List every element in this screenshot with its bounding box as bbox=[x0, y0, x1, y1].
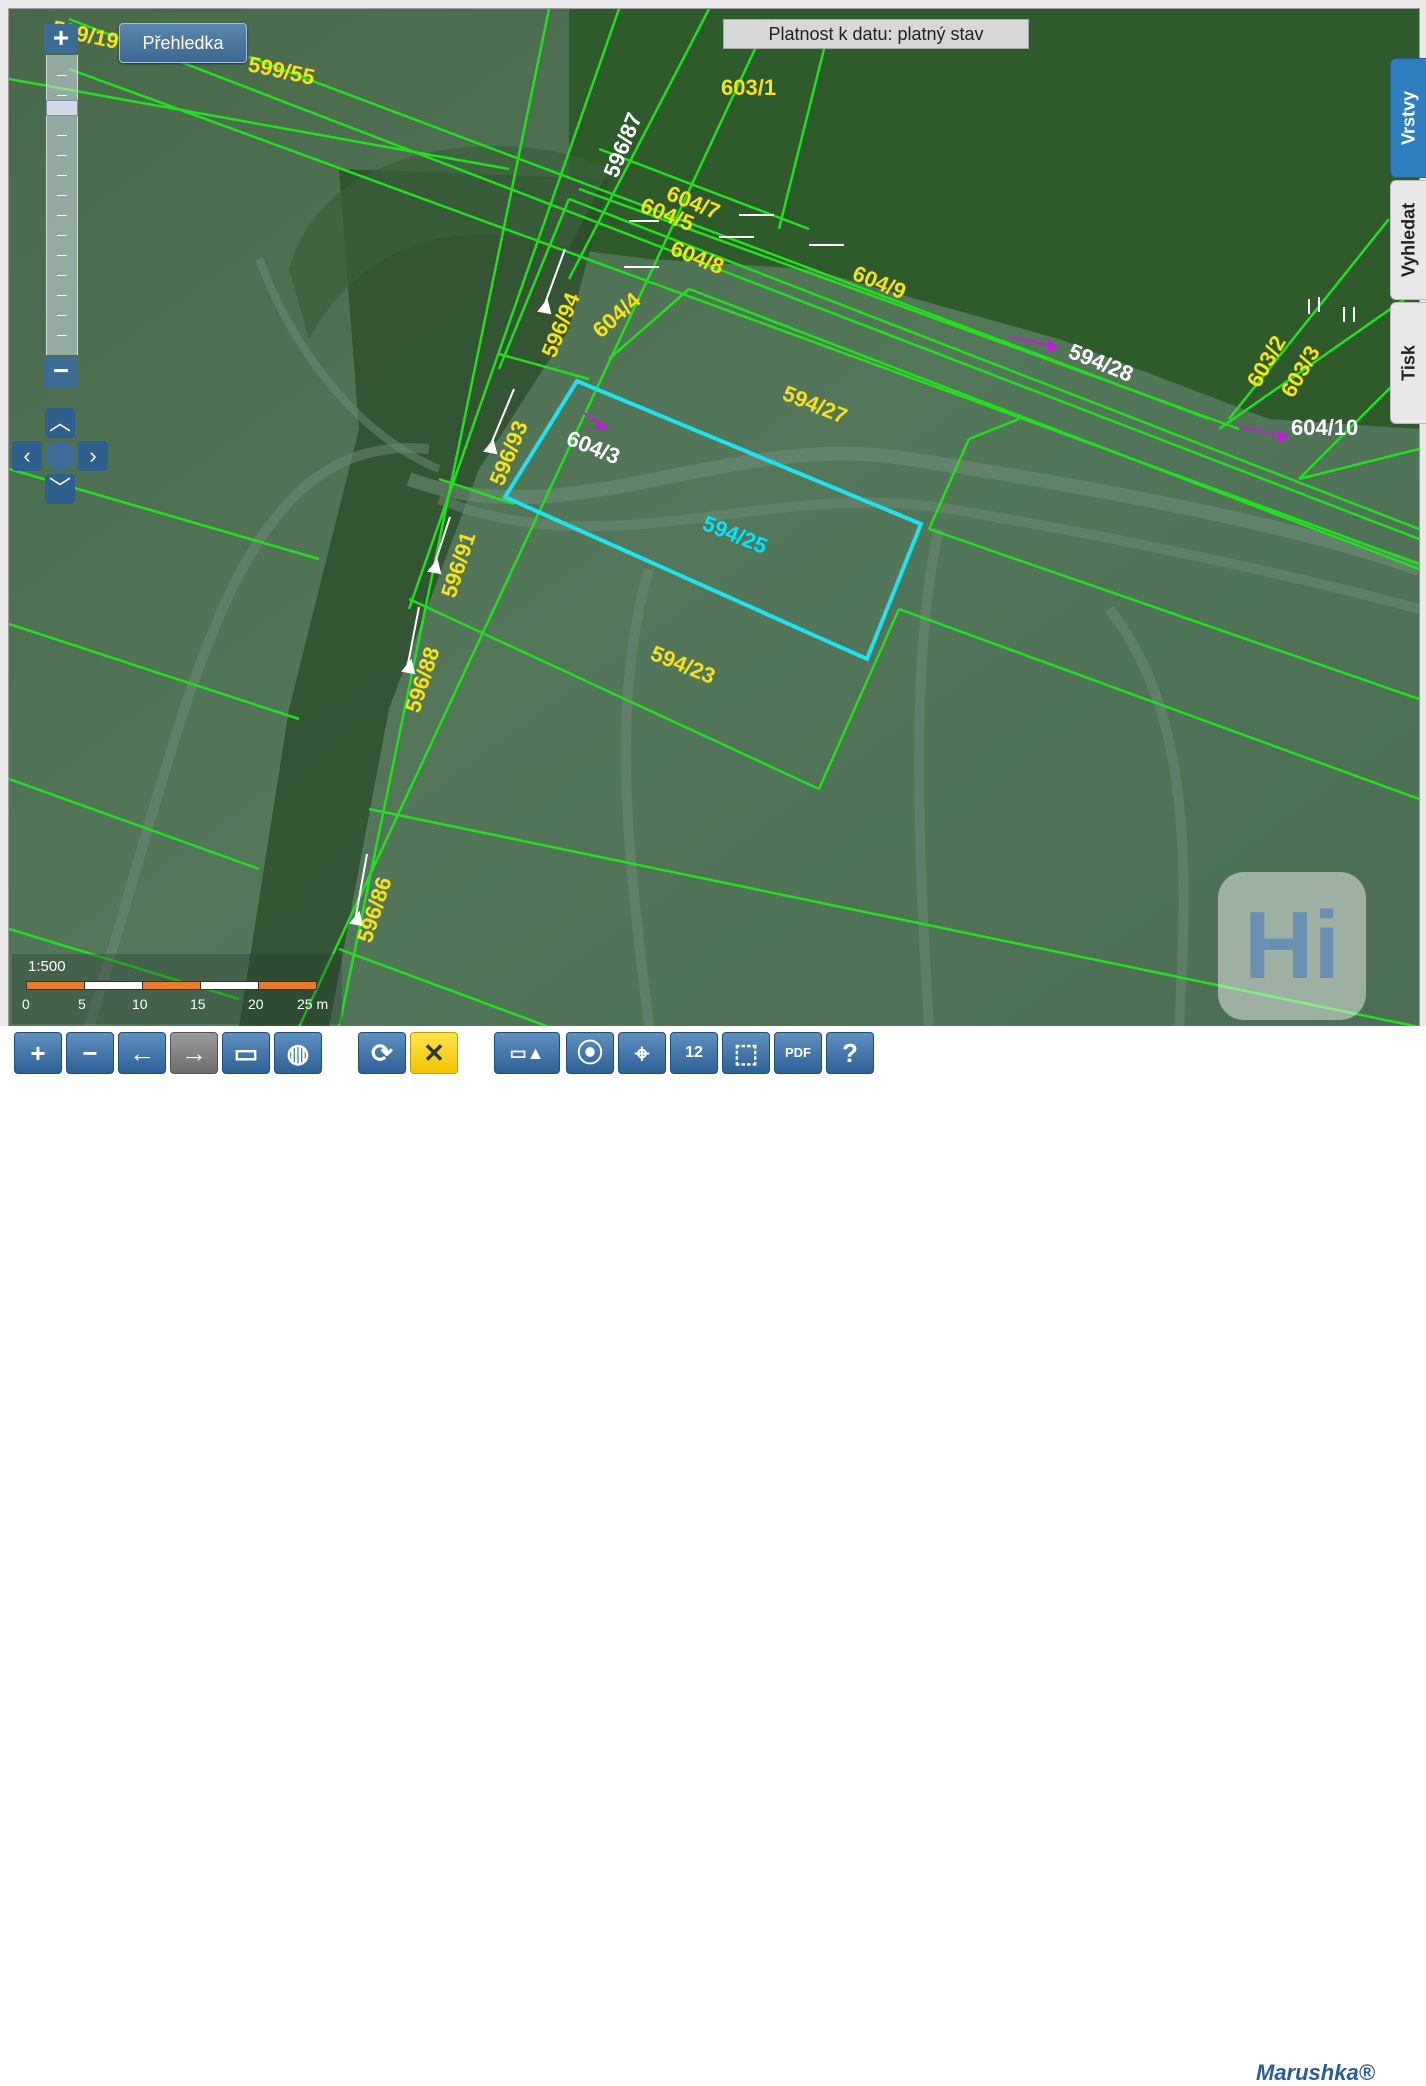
cadastral-map[interactable]: 599/19599/55 603/1596/87604/7604/5604/860… bbox=[9, 9, 1419, 1027]
pan-down-icon[interactable]: ﹀ bbox=[45, 474, 75, 504]
scale-tick-label: 25 m bbox=[297, 996, 329, 1012]
parcel-label: 604/10 bbox=[1291, 415, 1358, 440]
zoom-in-button[interactable]: + bbox=[14, 1032, 62, 1074]
gps-pin-icon: ⦿ bbox=[576, 1038, 603, 1068]
cursor-select-icon: ⬚ bbox=[733, 1038, 759, 1068]
back-button[interactable]: ← bbox=[118, 1032, 166, 1074]
minus-icon: − bbox=[82, 1038, 98, 1068]
zoom-slider-handle[interactable] bbox=[46, 100, 78, 116]
pan-left-icon[interactable]: ‹ bbox=[12, 441, 42, 471]
gps-button[interactable]: ⦿ bbox=[566, 1032, 614, 1074]
rectangle-icon: ▭ bbox=[233, 1038, 259, 1068]
locate-button[interactable]: ⌖ bbox=[618, 1032, 666, 1074]
calendar-icon: 12 bbox=[685, 1044, 703, 1061]
help-icon: ? bbox=[842, 1038, 858, 1068]
scale-tick-label: 0 bbox=[22, 996, 30, 1012]
parcel-label: 603/1 bbox=[721, 75, 776, 100]
pan-right-icon[interactable]: › bbox=[78, 441, 108, 471]
pdf-icon: PDF bbox=[785, 1045, 811, 1060]
help-button[interactable]: ? bbox=[826, 1032, 874, 1074]
measure-button[interactable]: ▭▲ bbox=[494, 1032, 560, 1074]
tab-print-label: Tisk bbox=[1398, 345, 1419, 381]
clear-button[interactable]: ✕ bbox=[410, 1032, 458, 1074]
forward-button[interactable]: → bbox=[170, 1032, 218, 1074]
plus-icon: + bbox=[30, 1038, 46, 1068]
scale-bar-panel: 1:500 0 5 10 15 20 25 m bbox=[12, 954, 342, 1024]
scale-segment bbox=[258, 981, 317, 990]
full-extent-button[interactable]: ◍ bbox=[274, 1032, 322, 1074]
watermark-logo: Hi bbox=[1218, 872, 1366, 1020]
scale-segment bbox=[200, 981, 259, 990]
pan-up-icon[interactable]: ︿ bbox=[45, 408, 75, 438]
ruler-icon: ▭▲ bbox=[509, 1043, 545, 1063]
scale-tick-label: 20 bbox=[248, 996, 264, 1012]
map-window: 599/19 599/55 603/1 596/87 604/7 604/5 604/8 60… bbox=[0, 0, 1426, 1080]
refresh-button[interactable]: ⟳ bbox=[358, 1032, 406, 1074]
validity-date-label: Platnost k datu: platný stav bbox=[723, 19, 1029, 49]
scale-tick-label: 10 bbox=[132, 996, 148, 1012]
brand-logo: Marushka® bbox=[1256, 2060, 1375, 2085]
scale-tick-label: 15 bbox=[190, 996, 206, 1012]
scale-segment bbox=[142, 981, 201, 990]
scale-segment bbox=[26, 981, 85, 990]
zoom-out-button[interactable]: − bbox=[66, 1032, 114, 1074]
pdf-button[interactable]: PDF bbox=[774, 1032, 822, 1074]
tab-print[interactable]: Tisk bbox=[1390, 302, 1426, 424]
refresh-icon: ⟳ bbox=[371, 1038, 393, 1068]
pan-control: ︿ ‹ › ﹀ bbox=[12, 408, 108, 504]
scale-tick-label: 5 bbox=[78, 996, 86, 1012]
tab-search[interactable]: Vyhledat bbox=[1390, 180, 1426, 300]
globe-icon: ◍ bbox=[286, 1038, 310, 1068]
zoom-in-control[interactable]: + bbox=[44, 24, 78, 54]
identify-button[interactable]: ⬚ bbox=[722, 1032, 770, 1074]
bottom-toolbar: + − ← → ▭ ◍ ⟳ ✕ ▭▲ ⦿ ⌖ 12 ⬚ PDF ? Marush… bbox=[0, 1026, 1426, 2085]
pan-center[interactable] bbox=[45, 441, 75, 471]
scale-ratio: 1:500 bbox=[28, 958, 66, 975]
tab-search-label: Vyhledat bbox=[1398, 202, 1419, 278]
crosshair-icon: ⌖ bbox=[634, 1038, 650, 1068]
overview-button[interactable]: Přehledka bbox=[119, 23, 247, 63]
arrow-left-icon: ← bbox=[129, 1038, 155, 1068]
scale-segment bbox=[84, 981, 143, 990]
zoom-box-button[interactable]: ▭ bbox=[222, 1032, 270, 1074]
map-canvas[interactable]: 599/19 599/55 603/1 596/87 604/7 604/5 604/8 60… bbox=[8, 8, 1420, 1028]
close-icon: ✕ bbox=[423, 1038, 445, 1068]
tab-layers-label: Vrstvy bbox=[1398, 90, 1419, 146]
zoom-out-control[interactable]: − bbox=[44, 357, 78, 388]
tab-layers[interactable]: Vrstvy bbox=[1390, 58, 1426, 178]
arrow-right-icon: → bbox=[181, 1038, 207, 1068]
calendar-button[interactable]: 12 bbox=[670, 1032, 718, 1074]
